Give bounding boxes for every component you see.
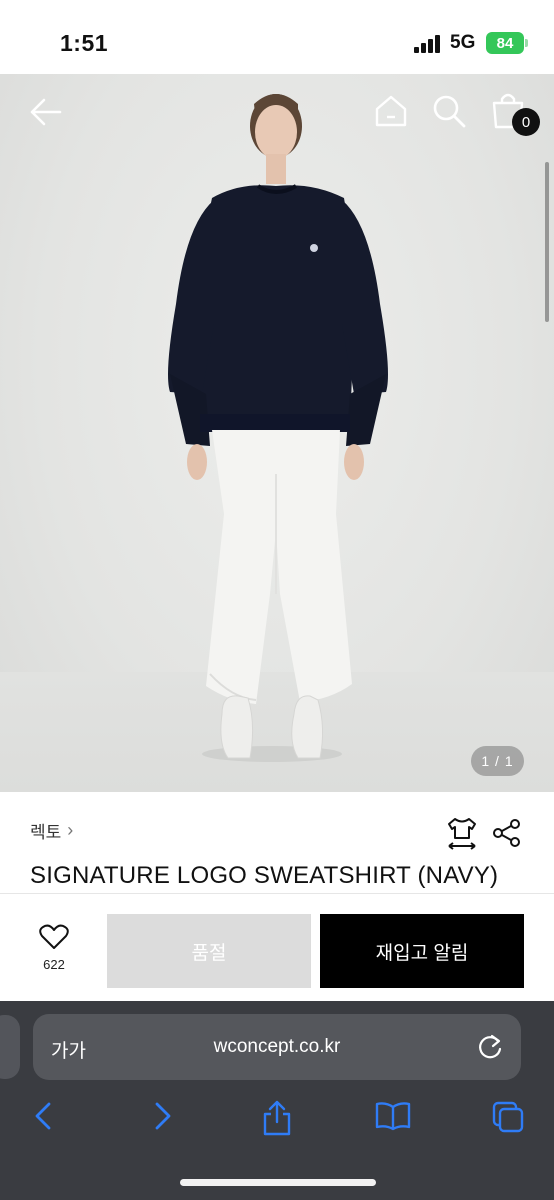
heart-icon xyxy=(39,924,69,949)
brand-name: 렉토 xyxy=(30,823,62,842)
tabs-icon[interactable] xyxy=(490,1099,526,1135)
search-icon[interactable] xyxy=(430,92,468,130)
status-time: 1:51 xyxy=(60,30,109,56)
signal-icon xyxy=(414,33,442,53)
browser-bottom-bar: 가가 wconcept.co.kr xyxy=(0,1001,554,1200)
back-arrow-icon[interactable] xyxy=(28,94,64,130)
address-bar[interactable]: 가가 wconcept.co.kr xyxy=(33,1014,521,1080)
chevron-right-icon: › xyxy=(67,820,74,840)
brand-link[interactable]: 렉토 › xyxy=(30,818,73,843)
product-image[interactable] xyxy=(0,74,554,792)
bookmarks-icon[interactable] xyxy=(372,1099,414,1133)
previous-tab-peek[interactable] xyxy=(0,1015,20,1079)
purchase-action-bar: 622 품절 재입고 알림 xyxy=(0,893,554,1003)
size-guide-icon[interactable] xyxy=(445,816,479,850)
like-count: 622 xyxy=(43,957,65,972)
battery-icon: 84 xyxy=(486,32,528,54)
soldout-button[interactable]: 품절 xyxy=(107,914,311,988)
cart-count-badge: 0 xyxy=(512,108,540,136)
model-photo xyxy=(168,94,388,762)
reload-icon[interactable] xyxy=(477,1033,503,1066)
restock-alert-button[interactable]: 재입고 알림 xyxy=(320,914,524,988)
share-sheet-icon[interactable] xyxy=(259,1099,295,1137)
browser-back-icon[interactable] xyxy=(28,1099,58,1133)
battery-level: 84 xyxy=(496,34,514,52)
home-icon[interactable] xyxy=(372,92,410,130)
image-scrollbar[interactable] xyxy=(545,162,549,322)
like-button[interactable]: 622 xyxy=(26,924,82,972)
url-text[interactable]: wconcept.co.kr xyxy=(33,1036,521,1058)
status-bar: 1:51 5G 84 xyxy=(0,0,554,74)
browser-forward-icon[interactable] xyxy=(148,1099,178,1133)
image-counter: 1 / 1 xyxy=(471,746,524,776)
network-type: 5G xyxy=(450,32,476,53)
product-title: SIGNATURE LOGO SWEATSHIRT (NAVY) xyxy=(30,862,499,889)
share-icon[interactable] xyxy=(492,818,522,848)
home-indicator xyxy=(180,1179,376,1186)
